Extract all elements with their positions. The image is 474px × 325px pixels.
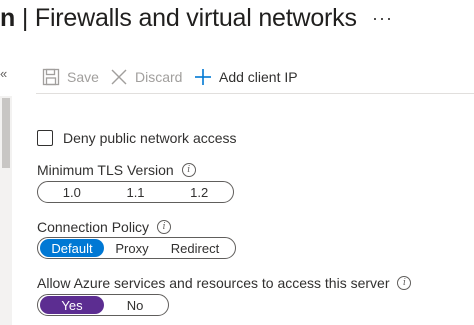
plus-icon [195, 69, 211, 85]
tls-version-toggle: 1.0 1.1 1.2 [37, 181, 234, 203]
save-button[interactable]: Save [42, 63, 99, 91]
deny-public-access-checkbox[interactable] [37, 130, 53, 146]
discard-icon [111, 69, 127, 85]
add-client-ip-label: Add client IP [219, 69, 298, 85]
left-scrollbar[interactable] [0, 96, 12, 325]
command-bar: Save Discard Add client IP [42, 63, 302, 91]
tls-version-label: Minimum TLS Version [37, 162, 174, 178]
azure-services-label: Allow Azure services and resources to ac… [37, 275, 390, 291]
add-client-ip-button[interactable]: Add client IP [194, 63, 298, 91]
page-title: n | Firewalls and virtual networks [0, 4, 357, 33]
more-options-icon[interactable]: ··· [372, 8, 393, 29]
discard-label: Discard [135, 69, 183, 85]
info-icon[interactable]: i [157, 220, 172, 234]
save-icon [42, 68, 60, 86]
scrollbar-thumb[interactable] [2, 98, 10, 168]
connection-policy-label-row: Connection Policy i [37, 219, 172, 235]
policy-option-default[interactable]: Default [40, 239, 104, 257]
title-truncated-text: n [0, 4, 16, 32]
azure-services-label-row: Allow Azure services and resources to ac… [37, 275, 412, 291]
tls-option-1-1[interactable]: 1.1 [104, 183, 168, 201]
deny-public-access-row: Deny public network access [37, 130, 237, 146]
tls-version-label-row: Minimum TLS Version i [37, 162, 196, 178]
connection-policy-toggle: Default Proxy Redirect [37, 237, 236, 259]
azure-option-no[interactable]: No [104, 296, 166, 314]
deny-public-access-label: Deny public network access [63, 130, 237, 146]
tls-option-1-0[interactable]: 1.0 [40, 183, 104, 201]
collapse-chevron-icon[interactable]: « [0, 66, 10, 82]
azure-services-toggle: Yes No [37, 294, 169, 316]
title-separator: | [21, 4, 29, 32]
tls-option-1-2[interactable]: 1.2 [167, 183, 231, 201]
title-bar: n | Firewalls and virtual networks ··· [0, 2, 474, 36]
connection-policy-label: Connection Policy [37, 219, 150, 235]
policy-option-proxy[interactable]: Proxy [104, 239, 160, 257]
toolbar-divider [36, 93, 474, 94]
save-label: Save [67, 69, 99, 85]
policy-option-redirect[interactable]: Redirect [160, 239, 230, 257]
info-icon[interactable]: i [181, 163, 196, 177]
title-text: Firewalls and virtual networks [34, 4, 357, 32]
azure-option-yes[interactable]: Yes [40, 296, 104, 314]
discard-button[interactable]: Discard [110, 63, 182, 91]
info-icon[interactable]: i [397, 276, 412, 290]
